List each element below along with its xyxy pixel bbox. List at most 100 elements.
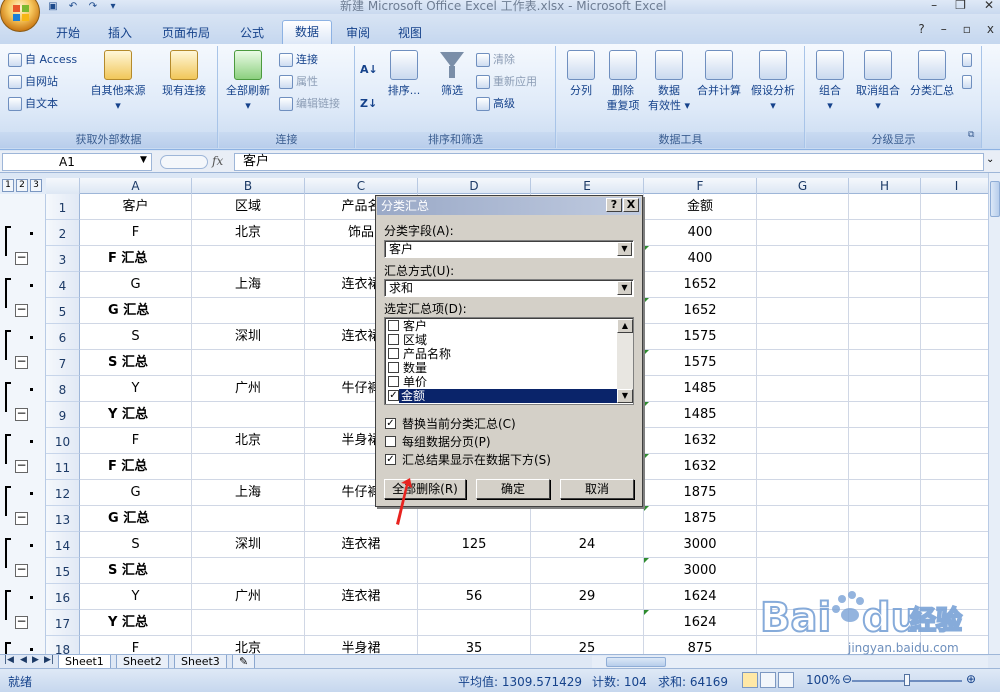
cell-b4[interactable]: 上海 (192, 272, 305, 298)
sheet-tab-1[interactable]: Sheet1 (58, 655, 111, 669)
cell-b11[interactable] (192, 454, 305, 480)
last-sheet-icon[interactable]: ▶| (44, 655, 54, 665)
refresh-all-button[interactable]: 全部刷新 ▾ (223, 50, 273, 113)
cell-b10[interactable]: 北京 (192, 428, 305, 454)
cell-h4[interactable] (849, 272, 921, 298)
cell-a14[interactable]: S (80, 532, 192, 558)
cell-a13[interactable]: G 汇总 (80, 506, 192, 532)
chevron-down-icon[interactable]: ▼ (140, 155, 147, 165)
cell-f17[interactable]: 1624 (644, 610, 757, 636)
from-access-button[interactable]: 自 Access (8, 50, 77, 70)
option-label[interactable]: 每组数据分页(P) (384, 435, 491, 449)
collapse-group-icon[interactable]: − (15, 251, 28, 265)
row-header[interactable]: 9 (46, 402, 80, 428)
vertical-scrollbar[interactable] (988, 173, 1000, 654)
subtotal-field-item[interactable]: 产品名称 (387, 347, 617, 361)
from-other-sources-button[interactable]: 自其他来源 ▾ (86, 50, 150, 113)
subtotal-field-item[interactable]: 单价 (387, 375, 617, 389)
cell-c16[interactable]: 连衣裙 (305, 584, 418, 610)
sheet-tab-3[interactable]: Sheet3 (174, 655, 227, 669)
subtotal-fields-list[interactable]: ▲ ▼ 客户 区域 产品名称 数量 单价 金额 ✓ (384, 317, 634, 405)
subtotal-field-item[interactable]: 金额 (399, 389, 617, 403)
row-header[interactable]: 1 (46, 194, 80, 220)
cell-f18[interactable]: 875 (644, 636, 757, 654)
outline-level-2-button[interactable]: 2 (16, 179, 28, 192)
help-icon[interactable]: ? (918, 22, 924, 36)
group-button[interactable]: 组合 ▾ (812, 50, 848, 113)
column-header-f[interactable]: F (644, 178, 757, 194)
cell-f9[interactable]: 1485 (644, 402, 757, 428)
cell-i12[interactable] (921, 480, 988, 506)
tab-view[interactable]: 视图 (386, 22, 434, 44)
cell-a5[interactable]: G 汇总 (80, 298, 192, 324)
cell-g9[interactable] (757, 402, 849, 428)
consolidate-button[interactable]: 合并计算 (693, 50, 745, 98)
cell-f16[interactable]: 1624 (644, 584, 757, 610)
cell-i15[interactable] (921, 558, 988, 584)
group-by-select[interactable]: 客户 ▼ (384, 240, 634, 258)
cell-f13[interactable]: 1875 (644, 506, 757, 532)
sort-asc-button[interactable]: A↓ (360, 60, 378, 80)
cell-f14[interactable]: 3000 (644, 532, 757, 558)
first-sheet-icon[interactable]: |◀ (4, 655, 14, 665)
chevron-down-icon[interactable]: ▼ (617, 281, 632, 295)
cell-i5[interactable] (921, 298, 988, 324)
cell-i6[interactable] (921, 324, 988, 350)
zoom-slider-knob[interactable] (904, 674, 910, 686)
tab-page-layout[interactable]: 页面布局 (150, 22, 222, 44)
column-header-d[interactable]: D (418, 178, 531, 194)
close-doc-button[interactable]: x (987, 22, 994, 36)
row-header[interactable]: 13 (46, 506, 80, 532)
cell-g14[interactable] (757, 532, 849, 558)
row-header[interactable]: 18 (46, 636, 80, 654)
cell-d14[interactable]: 125 (418, 532, 531, 558)
properties-button[interactable]: 属性 (279, 72, 318, 92)
cell-a18[interactable]: F (80, 636, 192, 654)
row-header[interactable]: 5 (46, 298, 80, 324)
cell-f11[interactable]: 1632 (644, 454, 757, 480)
advanced-filter-button[interactable]: 高级 (476, 94, 515, 114)
cell-g3[interactable] (757, 246, 849, 272)
subtotal-field-item[interactable]: 数量 (387, 361, 617, 375)
cell-g1[interactable] (757, 194, 849, 220)
cell-b13[interactable] (192, 506, 305, 532)
sort-desc-button[interactable]: Z↓ (360, 94, 377, 114)
cell-i9[interactable] (921, 402, 988, 428)
row-header[interactable]: 10 (46, 428, 80, 454)
cell-i7[interactable] (921, 350, 988, 376)
cell-d17[interactable] (418, 610, 531, 636)
horizontal-scroll-thumb[interactable] (606, 657, 666, 667)
collapse-group-icon[interactable]: − (15, 355, 28, 369)
cell-g7[interactable] (757, 350, 849, 376)
row-header[interactable]: 12 (46, 480, 80, 506)
option-label[interactable]: 替换当前分类汇总(C) (384, 417, 516, 431)
column-header-i[interactable]: I (921, 178, 993, 194)
tab-formulas[interactable]: 公式 (228, 22, 276, 44)
cell-b17[interactable] (192, 610, 305, 636)
show-detail-button[interactable] (962, 50, 972, 70)
redo-icon[interactable]: ↷ (86, 1, 100, 13)
column-header-b[interactable]: B (192, 178, 305, 194)
sheet-tab-2[interactable]: Sheet2 (116, 655, 169, 669)
tab-data[interactable]: 数据 (282, 20, 333, 44)
cell-f7[interactable]: 1575 (644, 350, 757, 376)
cell-a12[interactable]: G (80, 480, 192, 506)
page-break-view-icon[interactable] (778, 672, 794, 688)
cell-g8[interactable] (757, 376, 849, 402)
collapse-group-icon[interactable]: − (15, 303, 28, 317)
cell-h3[interactable] (849, 246, 921, 272)
cell-h7[interactable] (849, 350, 921, 376)
subtotal-field-item[interactable]: 客户 (387, 319, 617, 333)
cell-g15[interactable] (757, 558, 849, 584)
scroll-down-icon[interactable]: ▼ (617, 389, 633, 403)
cell-a17[interactable]: Y 汇总 (80, 610, 192, 636)
cell-f3[interactable]: 400 (644, 246, 757, 272)
zoom-level[interactable]: 100% (806, 673, 840, 687)
tab-review[interactable]: 审阅 (334, 22, 382, 44)
page-layout-view-icon[interactable] (760, 672, 776, 688)
save-icon[interactable]: ▣ (46, 1, 60, 13)
row-header[interactable]: 15 (46, 558, 80, 584)
ungroup-button[interactable]: 取消组合 ▾ (850, 50, 906, 113)
cell-i13[interactable] (921, 506, 988, 532)
minimize-ribbon-button[interactable]: – (941, 22, 947, 36)
